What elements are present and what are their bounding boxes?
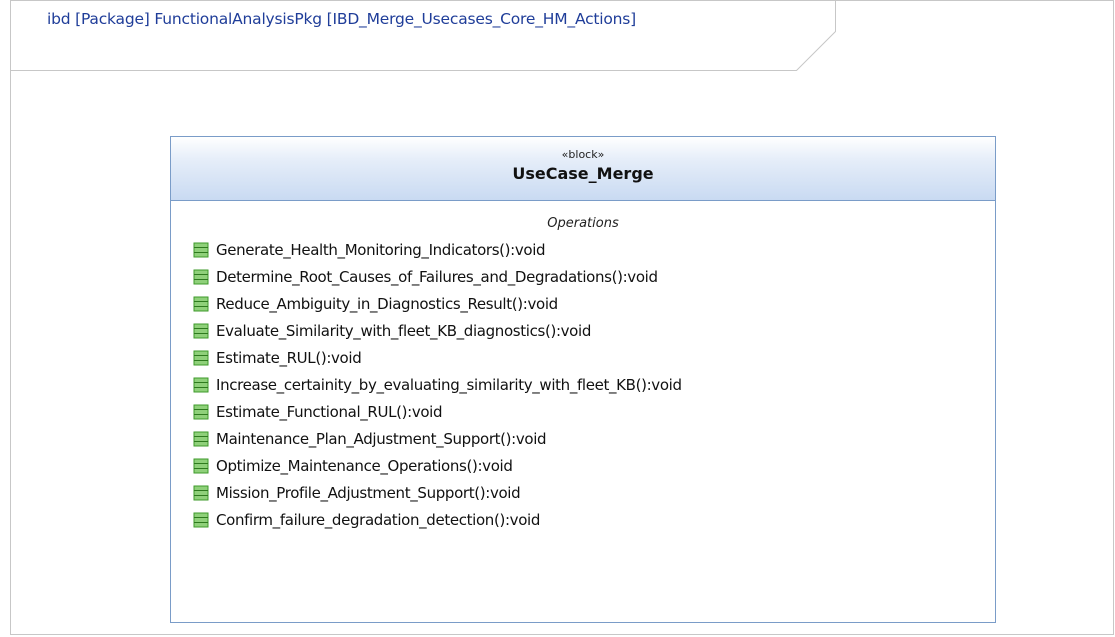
operation-label: Estimate_RUL():void <box>216 348 362 367</box>
operation-icon <box>193 431 209 446</box>
operation-item[interactable]: Mission_Profile_Adjustment_Support():voi… <box>193 479 995 506</box>
operation-label: Mission_Profile_Adjustment_Support():voi… <box>216 483 521 502</box>
operations-compartment-title: Operations <box>547 216 619 231</box>
block-usecase-merge[interactable]: «block» UseCase_Merge Operations Generat… <box>170 136 996 623</box>
operation-label: Optimize_Maintenance_Operations():void <box>216 456 513 475</box>
operation-icon <box>193 296 209 311</box>
operation-icon <box>193 404 209 419</box>
operation-label: Reduce_Ambiguity_in_Diagnostics_Result()… <box>216 294 558 313</box>
operation-item[interactable]: Increase_certainity_by_evaluating_simila… <box>193 371 995 398</box>
operation-item[interactable]: Determine_Root_Causes_of_Failures_and_De… <box>193 263 995 290</box>
frame-title: ibd [Package] FunctionalAnalysisPkg [IBD… <box>47 10 637 28</box>
operation-icon <box>193 242 209 257</box>
operation-label: Determine_Root_Causes_of_Failures_and_De… <box>216 267 658 286</box>
operation-item[interactable]: Estimate_Functional_RUL():void <box>193 398 995 425</box>
operation-label: Generate_Health_Monitoring_Indicators():… <box>216 240 546 259</box>
operation-item[interactable]: Estimate_RUL():void <box>193 344 995 371</box>
operation-label: Confirm_failure_degradation_detection():… <box>216 510 541 529</box>
operation-icon <box>193 377 209 392</box>
operation-icon <box>193 350 209 365</box>
operation-icon <box>193 485 209 500</box>
operation-icon <box>193 269 209 284</box>
operation-item[interactable]: Maintenance_Plan_Adjustment_Support():vo… <box>193 425 995 452</box>
operation-item[interactable]: Confirm_failure_degradation_detection():… <box>193 506 995 533</box>
operation-item[interactable]: Reduce_Ambiguity_in_Diagnostics_Result()… <box>193 290 995 317</box>
block-stereotype: «block» <box>561 148 605 161</box>
operation-item[interactable]: Evaluate_Similarity_with_fleet_KB_diagno… <box>193 317 995 344</box>
operation-label: Evaluate_Similarity_with_fleet_KB_diagno… <box>216 321 591 340</box>
operation-icon <box>193 458 209 473</box>
operation-icon <box>193 323 209 338</box>
operation-label: Estimate_Functional_RUL():void <box>216 402 443 421</box>
operation-icon <box>193 512 209 527</box>
operations-list: Generate_Health_Monitoring_Indicators():… <box>171 236 995 533</box>
block-name: UseCase_Merge <box>512 164 654 183</box>
operation-label: Increase_certainity_by_evaluating_simila… <box>216 375 682 394</box>
operation-item[interactable]: Generate_Health_Monitoring_Indicators():… <box>193 236 995 263</box>
block-header: «block» UseCase_Merge <box>171 137 995 201</box>
operation-item[interactable]: Optimize_Maintenance_Operations():void <box>193 452 995 479</box>
operation-label: Maintenance_Plan_Adjustment_Support():vo… <box>216 429 547 448</box>
